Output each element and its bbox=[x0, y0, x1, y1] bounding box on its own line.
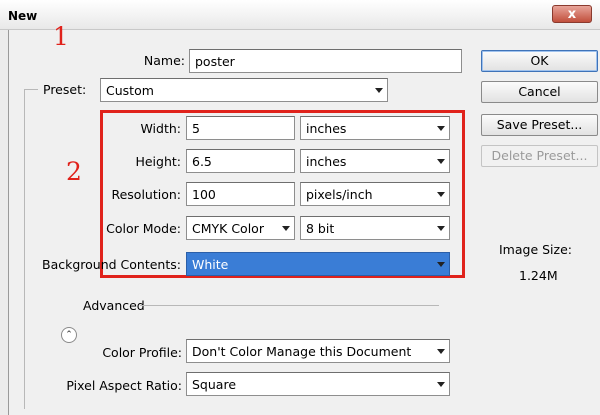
name-input[interactable]: poster bbox=[189, 49, 462, 73]
close-icon: x bbox=[567, 6, 577, 22]
color-profile-select[interactable]: Don't Color Manage this Document bbox=[186, 339, 450, 363]
height-input[interactable]: 6.5 bbox=[186, 149, 295, 173]
dropdown-arrow-icon bbox=[437, 126, 445, 131]
advanced-divider bbox=[140, 305, 439, 306]
annotation-step-1: 1 bbox=[53, 22, 69, 51]
background-contents-value: White bbox=[192, 257, 229, 272]
resolution-input[interactable]: 100 bbox=[186, 182, 295, 206]
bit-depth-select[interactable]: 8 bit bbox=[300, 216, 450, 240]
group-frame-left bbox=[24, 89, 25, 409]
new-document-dialog: 1 2 Name: poster Preset: Custom Width: 5… bbox=[8, 24, 600, 415]
resolution-unit-select[interactable]: pixels/inch bbox=[300, 182, 450, 206]
chevron-up-icon: ⌃ bbox=[65, 330, 73, 340]
color-profile-value: Don't Color Manage this Document bbox=[192, 344, 412, 359]
width-label: Width: bbox=[140, 121, 181, 136]
bit-depth-value: 8 bit bbox=[306, 221, 335, 236]
pixel-aspect-ratio-label: Pixel Aspect Ratio: bbox=[66, 378, 182, 393]
save-preset-button[interactable]: Save Preset... bbox=[481, 114, 598, 136]
background-contents-select[interactable]: White bbox=[186, 252, 450, 276]
height-label: Height: bbox=[135, 154, 181, 169]
preset-select[interactable]: Custom bbox=[100, 78, 388, 102]
background-contents-label: Background Contents: bbox=[42, 257, 181, 272]
dropdown-arrow-icon bbox=[437, 192, 445, 197]
dropdown-arrow-icon bbox=[437, 349, 445, 354]
group-frame-top bbox=[24, 89, 38, 90]
image-size-label: Image Size: bbox=[499, 242, 572, 257]
resolution-unit-value: pixels/inch bbox=[306, 187, 373, 202]
color-mode-value: CMYK Color bbox=[192, 221, 264, 236]
preset-value: Custom bbox=[106, 83, 154, 98]
color-mode-select[interactable]: CMYK Color bbox=[186, 216, 295, 240]
advanced-toggle[interactable]: ⌃ bbox=[61, 327, 77, 343]
close-button[interactable]: x bbox=[552, 5, 592, 23]
height-unit-select[interactable]: inches bbox=[300, 149, 450, 173]
width-unit-value: inches bbox=[306, 121, 347, 136]
title-bar: New x bbox=[0, 0, 600, 30]
pixel-aspect-ratio-value: Square bbox=[192, 377, 237, 392]
dropdown-arrow-icon bbox=[437, 262, 445, 267]
dropdown-arrow-icon bbox=[282, 226, 290, 231]
pixel-aspect-ratio-select[interactable]: Square bbox=[186, 372, 450, 396]
resolution-label: Resolution: bbox=[111, 187, 181, 202]
dropdown-arrow-icon bbox=[437, 226, 445, 231]
dropdown-arrow-icon bbox=[437, 159, 445, 164]
name-value: poster bbox=[195, 54, 235, 69]
name-label: Name: bbox=[143, 53, 185, 68]
height-value: 6.5 bbox=[192, 154, 212, 169]
width-value: 5 bbox=[192, 121, 200, 136]
delete-preset-button[interactable]: Delete Preset... bbox=[481, 145, 598, 167]
width-input[interactable]: 5 bbox=[186, 116, 295, 140]
cancel-button[interactable]: Cancel bbox=[481, 81, 598, 103]
resolution-value: 100 bbox=[192, 187, 216, 202]
dropdown-arrow-icon bbox=[375, 88, 383, 93]
color-mode-label: Color Mode: bbox=[106, 221, 181, 236]
preset-label: Preset: bbox=[43, 82, 87, 97]
annotation-step-2: 2 bbox=[66, 157, 82, 186]
color-profile-label: Color Profile: bbox=[102, 345, 182, 360]
dropdown-arrow-icon bbox=[437, 382, 445, 387]
image-size-value: 1.24M bbox=[519, 268, 558, 283]
window-title: New bbox=[8, 9, 38, 23]
ok-button[interactable]: OK bbox=[481, 50, 598, 72]
height-unit-value: inches bbox=[306, 154, 347, 169]
width-unit-select[interactable]: inches bbox=[300, 116, 450, 140]
advanced-label: Advanced bbox=[83, 298, 145, 313]
